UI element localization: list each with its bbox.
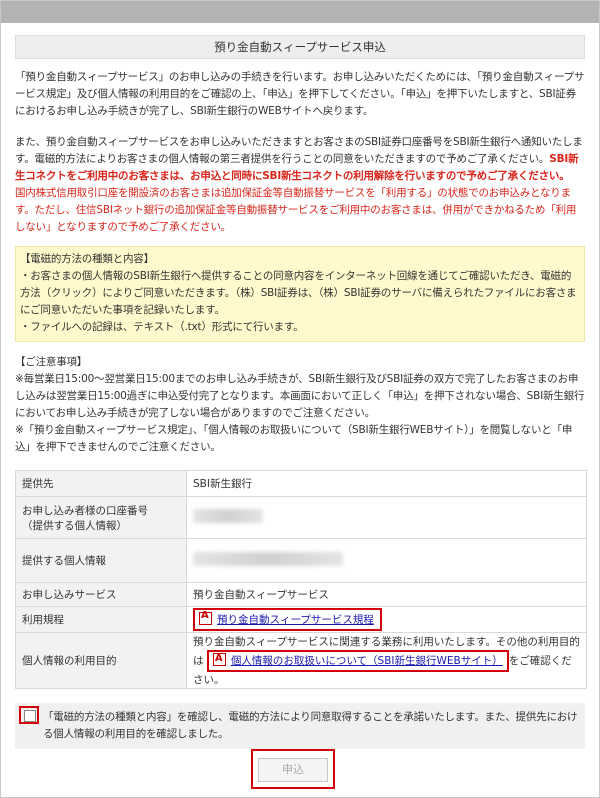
- account-label-line-2: （提供する個人情報）: [22, 519, 127, 532]
- margin-transfer-warning: 国内株式信用取引口座を開設済のお客さまは追加保証金等自動振替サービスを「利用する…: [15, 187, 577, 233]
- table-row-terms: 利用規程 預り金自動スィープサービス規程: [15, 606, 587, 633]
- purpose-link-highlight: 個人情報のお取扱いについて（SBI新生銀行WEBサイト）: [206, 649, 509, 672]
- table-row-personal-info: 提供する個人情報: [15, 538, 587, 583]
- account-value-redacted: [186, 496, 587, 539]
- submit-button[interactable]: 申込: [258, 758, 328, 782]
- notes-line-1: ※毎営業日15:00～翌営業日15:00までのお申し込み手続きが、SBI新生銀行…: [15, 373, 585, 419]
- table-row-account: お申し込み者様の口座番号 （提供する個人情報）: [15, 496, 587, 539]
- notes-line-2: ※「預り金自動スィープサービス規定」、「個人情報のお取扱いについて（SBI新生銀…: [15, 424, 573, 453]
- privacy-policy-link[interactable]: 個人情報のお取扱いについて（SBI新生銀行WEBサイト）: [231, 655, 503, 667]
- pdf-icon: [199, 610, 212, 625]
- terms-cell: 預り金自動スィープサービス規程: [186, 606, 587, 633]
- pdf-icon: [212, 651, 226, 667]
- consent-checkbox-highlight: [19, 706, 39, 724]
- main-content: 預り金自動スィープサービス申込 「預り金自動スィープサービス」のお申し込みの手続…: [1, 35, 599, 749]
- consent-text: 「電磁的方法の種類と内容」を確認し、電磁的方法により同意取得することを承諾いたし…: [43, 711, 578, 740]
- provider-label: 提供先: [15, 470, 187, 497]
- terms-link-highlight: 預り金自動スィープサービス規程: [193, 608, 382, 631]
- provision-info-table: 提供先 SBI新生銀行 お申し込み者様の口座番号 （提供する個人情報） 提供する…: [15, 470, 587, 689]
- personal-info-value-redacted: [186, 538, 587, 583]
- page-title: 預り金自動スィープサービス申込: [15, 35, 585, 59]
- electronic-method-box: 【電磁的方法の種類と内容】 ・お客さまの個人情報のSBI新生銀行へ提供することの…: [15, 246, 585, 342]
- personal-info-label: 提供する個人情報: [15, 538, 187, 583]
- intro-paragraph-2: また、預り金自動スィープサービスをお申し込みいただきますとお客さまのSBI証券口…: [15, 134, 585, 185]
- notes-section: 【ご注意事項】 ※毎営業日15:00～翌営業日15:00までのお申し込み手続きが…: [15, 354, 585, 456]
- terms-pdf-link[interactable]: 預り金自動スィープサービス規程: [217, 614, 374, 626]
- table-row-provider: 提供先 SBI新生銀行: [15, 470, 587, 497]
- top-bar: [1, 1, 599, 23]
- electronic-method-line-2: ・ファイルへの記録は、テキスト（.txt）形式にて行います。: [20, 321, 304, 333]
- consent-box: 「電磁的方法の種類と内容」を確認し、電磁的方法により同意取得することを承諾いたし…: [15, 703, 585, 749]
- purpose-cell: 預り金自動スィープサービスに関連する業務に利用いたします。その他の利用目的は 個…: [186, 632, 587, 689]
- terms-label: 利用規程: [15, 606, 187, 633]
- account-label: お申し込み者様の口座番号 （提供する個人情報）: [15, 496, 187, 539]
- service-label: お申し込みサービス: [15, 582, 187, 607]
- account-label-line-1: お申し込み者様の口座番号: [22, 504, 148, 517]
- table-row-purpose: 個人情報の利用目的 預り金自動スィープサービスに関連する業務に利用いたします。そ…: [15, 632, 587, 689]
- submit-button-highlight: 申込: [251, 749, 335, 789]
- consent-checkbox[interactable]: [24, 710, 36, 722]
- page-frame: 預り金自動スィープサービス申込 「預り金自動スィープサービス」のお申し込みの手続…: [0, 0, 600, 798]
- table-row-service: お申し込みサービス 預り金自動スィープサービス: [15, 582, 587, 607]
- service-value: 預り金自動スィープサービス: [186, 582, 587, 607]
- electronic-method-heading: 【電磁的方法の種類と内容】: [20, 253, 154, 265]
- electronic-method-line-1: ・お客さまの個人情報のSBI新生銀行へ提供することの同意内容をインターネット回線…: [20, 270, 577, 316]
- notes-heading: 【ご注意事項】: [15, 356, 88, 368]
- intro-notice-text: また、預り金自動スィープサービスをお申し込みいただきますとお客さまのSBI証券口…: [15, 136, 583, 165]
- intro-paragraph-1: 「預り金自動スィープサービス」のお申し込みの手続きを行います。お申し込みいただく…: [15, 71, 585, 117]
- provider-value: SBI新生銀行: [186, 470, 587, 497]
- purpose-label: 個人情報の利用目的: [15, 632, 187, 689]
